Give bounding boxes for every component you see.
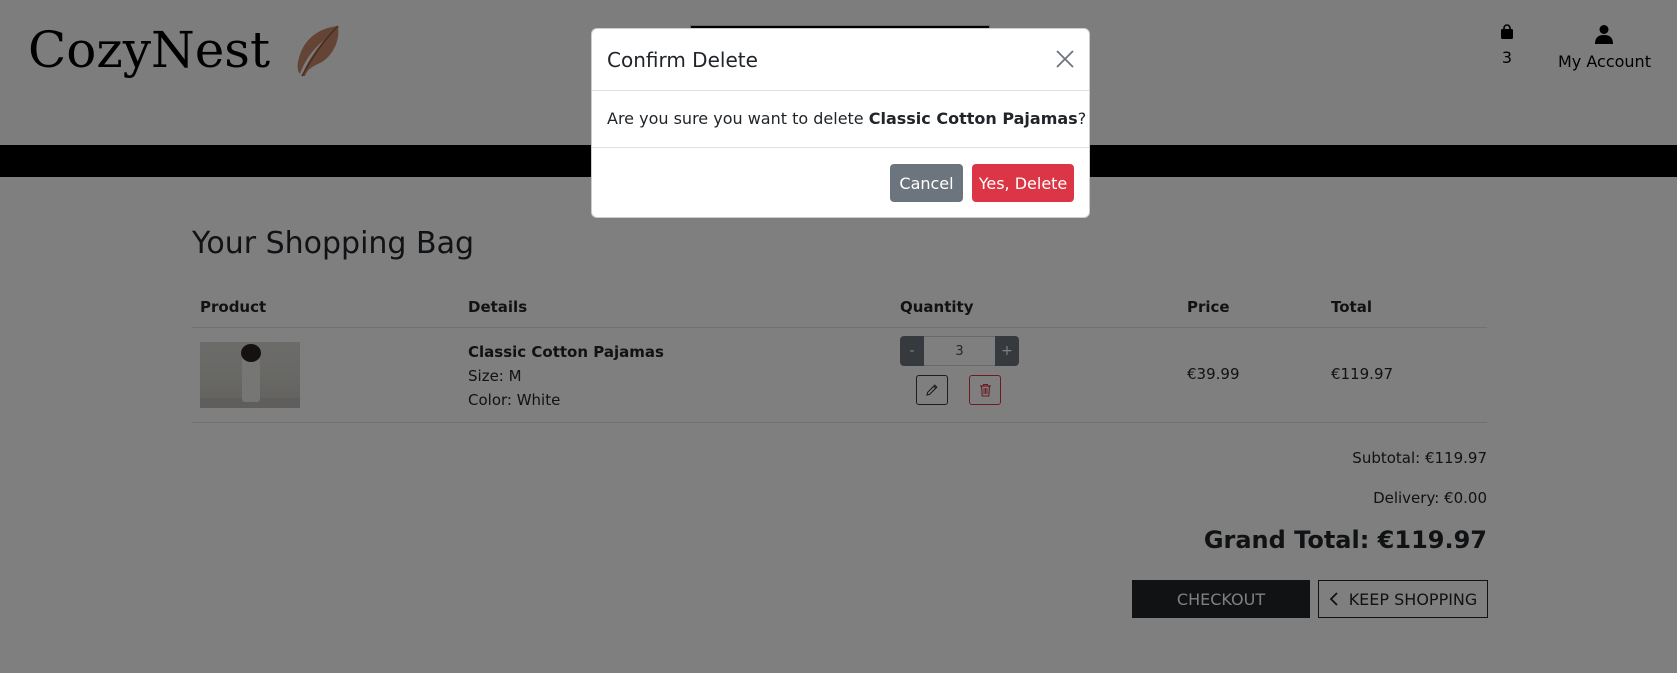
modal-header: Confirm Delete (592, 29, 1089, 91)
modal-title: Confirm Delete (607, 48, 758, 72)
close-icon[interactable] (1055, 49, 1075, 69)
modal-message-end: ? (1077, 109, 1087, 128)
cancel-button[interactable]: Cancel (890, 164, 963, 202)
modal-footer: Cancel Yes, Delete (592, 147, 1089, 219)
confirm-delete-modal: Confirm Delete Are you sure you want to … (591, 28, 1090, 218)
modal-body: Are you sure you want to delete Classic … (607, 109, 1086, 128)
modal-item-name: Classic Cotton Pajamas (868, 109, 1078, 128)
confirm-delete-button[interactable]: Yes, Delete (972, 164, 1074, 202)
modal-message: Are you sure you want to delete (607, 109, 869, 128)
